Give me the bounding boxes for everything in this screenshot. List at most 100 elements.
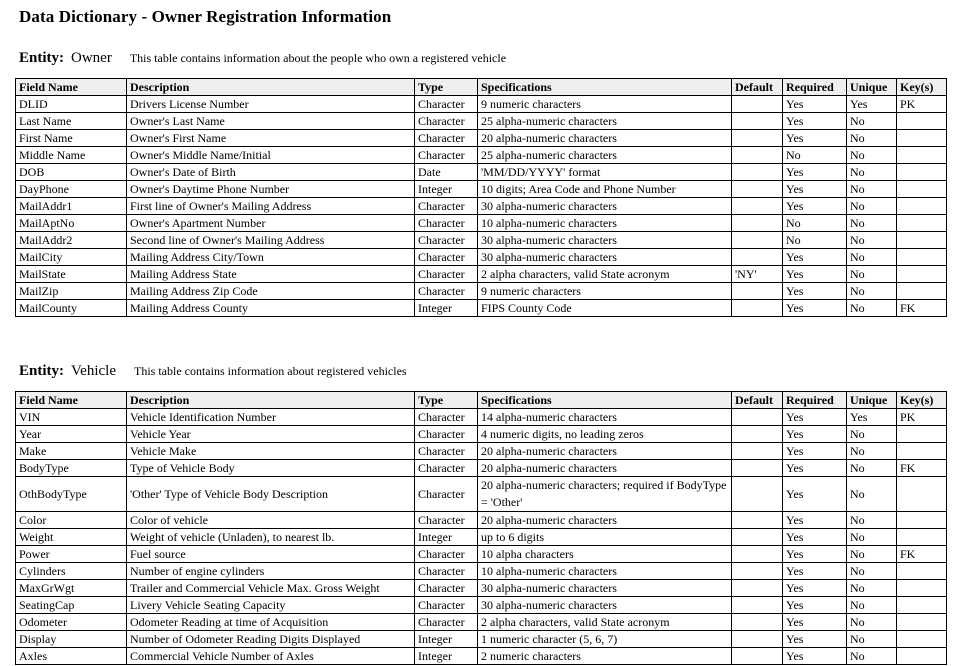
cell-required: No: [782, 231, 847, 249]
table-row: VIN Vehicle Identification Number Characte…: [15, 408, 947, 426]
table-row: Display Number of Odometer Reading Digits…: [15, 630, 947, 648]
cell-type: Character: [414, 95, 478, 113]
cell-specifications: 10 alpha-numeric characters: [477, 562, 732, 580]
table-row: Weight Weight of vehicle (Unladen), to ne…: [15, 528, 947, 546]
cell-field-name: First Name: [15, 129, 127, 147]
cell-unique: No: [846, 511, 897, 529]
column-header-field-name: Field Name: [15, 78, 127, 96]
cell-default: [731, 459, 783, 477]
cell-required: Yes: [782, 613, 847, 631]
cell-keys: PK: [896, 408, 947, 426]
cell-keys: [896, 180, 947, 198]
table-row: Last Name Owner's Last Name Character 25 al…: [15, 112, 947, 130]
page-title: Data Dictionary - Owner Registration Inf…: [19, 7, 392, 26]
cell-field-name: Middle Name: [15, 146, 127, 164]
cell-keys: [896, 248, 947, 266]
cell-required: No: [782, 146, 847, 164]
cell-keys: PK: [896, 95, 947, 113]
vehicle-table: Field Name Description Type Specifications D…: [15, 391, 947, 665]
cell-keys: [896, 511, 947, 529]
cell-default: [731, 231, 783, 249]
table-row: DayPhone Owner's Daytime Phone Number Inte…: [15, 180, 947, 198]
cell-default: [731, 282, 783, 300]
cell-unique: No: [846, 112, 897, 130]
cell-required: Yes: [782, 248, 847, 266]
cell-field-name: SeatingCap: [15, 596, 127, 614]
cell-required: Yes: [782, 562, 847, 580]
cell-unique: No: [846, 163, 897, 181]
cell-default: [731, 545, 783, 563]
cell-unique: No: [846, 647, 897, 665]
cell-required: Yes: [782, 425, 847, 443]
cell-keys: [896, 425, 947, 443]
cell-default: [731, 95, 783, 113]
cell-specifications: 20 alpha-numeric characters: [477, 511, 732, 529]
cell-description: Owner's Last Name: [126, 112, 415, 130]
cell-type: Character: [414, 425, 478, 443]
cell-required: Yes: [782, 630, 847, 648]
column-header-default: Default: [731, 78, 783, 96]
cell-unique: Yes: [846, 95, 897, 113]
cell-type: Character: [414, 459, 478, 477]
cell-specifications: 20 alpha-numeric characters: [477, 459, 732, 477]
cell-keys: [896, 579, 947, 597]
cell-specifications: FIPS County Code: [477, 299, 732, 317]
table-row: First Name Owner's First Name Character 20 …: [15, 129, 947, 147]
cell-description: Vehicle Identification Number: [126, 408, 415, 426]
cell-required: Yes: [782, 112, 847, 130]
cell-type: Character: [414, 408, 478, 426]
cell-specifications: 4 numeric digits, no leading zeros: [477, 425, 732, 443]
cell-required: Yes: [782, 265, 847, 283]
cell-description: Number of engine cylinders: [126, 562, 415, 580]
cell-specifications: 20 alpha-numeric characters; required if…: [477, 476, 732, 512]
cell-specifications: 30 alpha-numeric characters: [477, 596, 732, 614]
cell-specifications: 10 alpha characters: [477, 545, 732, 563]
cell-specifications: 1 numeric character (5, 6, 7): [477, 630, 732, 648]
column-header-required: Required: [782, 78, 847, 96]
table-row: Axles Commercial Vehicle Number of Axles I…: [15, 647, 947, 665]
cell-keys: [896, 146, 947, 164]
cell-specifications: 30 alpha-numeric characters: [477, 248, 732, 266]
entity-heading-owner: Entity: Owner This table contains inform…: [19, 49, 506, 67]
cell-keys: [896, 112, 947, 130]
table-header-row: Field Name Description Type Specifications D…: [15, 78, 947, 96]
table-row: Middle Name Owner's Middle Name/Initial Ch…: [15, 146, 947, 164]
cell-keys: [896, 163, 947, 181]
cell-default: [731, 613, 783, 631]
column-header-description: Description: [126, 78, 415, 96]
cell-unique: No: [846, 613, 897, 631]
cell-type: Character: [414, 248, 478, 266]
column-header-specifications: Specifications: [477, 391, 732, 409]
cell-type: Character: [414, 112, 478, 130]
cell-description: Owner's Apartment Number: [126, 214, 415, 232]
cell-field-name: Cylinders: [15, 562, 127, 580]
cell-field-name: Power: [15, 545, 127, 563]
table-row: MailAddr2 Second line of Owner's Mailing …: [15, 231, 947, 249]
cell-description: Vehicle Make: [126, 442, 415, 460]
cell-specifications: 'MM/DD/YYYY' format: [477, 163, 732, 181]
cell-unique: No: [846, 545, 897, 563]
table-row: MailCounty Mailing Address County Integer F…: [15, 299, 947, 317]
cell-type: Character: [414, 129, 478, 147]
cell-field-name: MaxGrWgt: [15, 579, 127, 597]
column-header-keys: Key(s): [896, 391, 947, 409]
cell-required: Yes: [782, 442, 847, 460]
cell-description: Type of Vehicle Body: [126, 459, 415, 477]
cell-required: Yes: [782, 95, 847, 113]
cell-specifications: 20 alpha-numeric characters: [477, 442, 732, 460]
cell-default: [731, 562, 783, 580]
cell-default: [731, 476, 783, 512]
table-row: MailState Mailing Address State Character 2…: [15, 265, 947, 283]
table-row: DLID Drivers License Number Character 9 num…: [15, 95, 947, 113]
cell-default: [731, 528, 783, 546]
cell-type: Character: [414, 146, 478, 164]
cell-keys: [896, 265, 947, 283]
cell-keys: FK: [896, 459, 947, 477]
cell-required: Yes: [782, 511, 847, 529]
table-row: Make Vehicle Make Character 20 alpha-numeri…: [15, 442, 947, 460]
entity-label: Entity:: [19, 363, 64, 379]
cell-description: Owner's Middle Name/Initial: [126, 146, 415, 164]
table-row: Cylinders Number of engine cylinders Chara…: [15, 562, 947, 580]
cell-unique: No: [846, 459, 897, 477]
cell-unique: No: [846, 248, 897, 266]
